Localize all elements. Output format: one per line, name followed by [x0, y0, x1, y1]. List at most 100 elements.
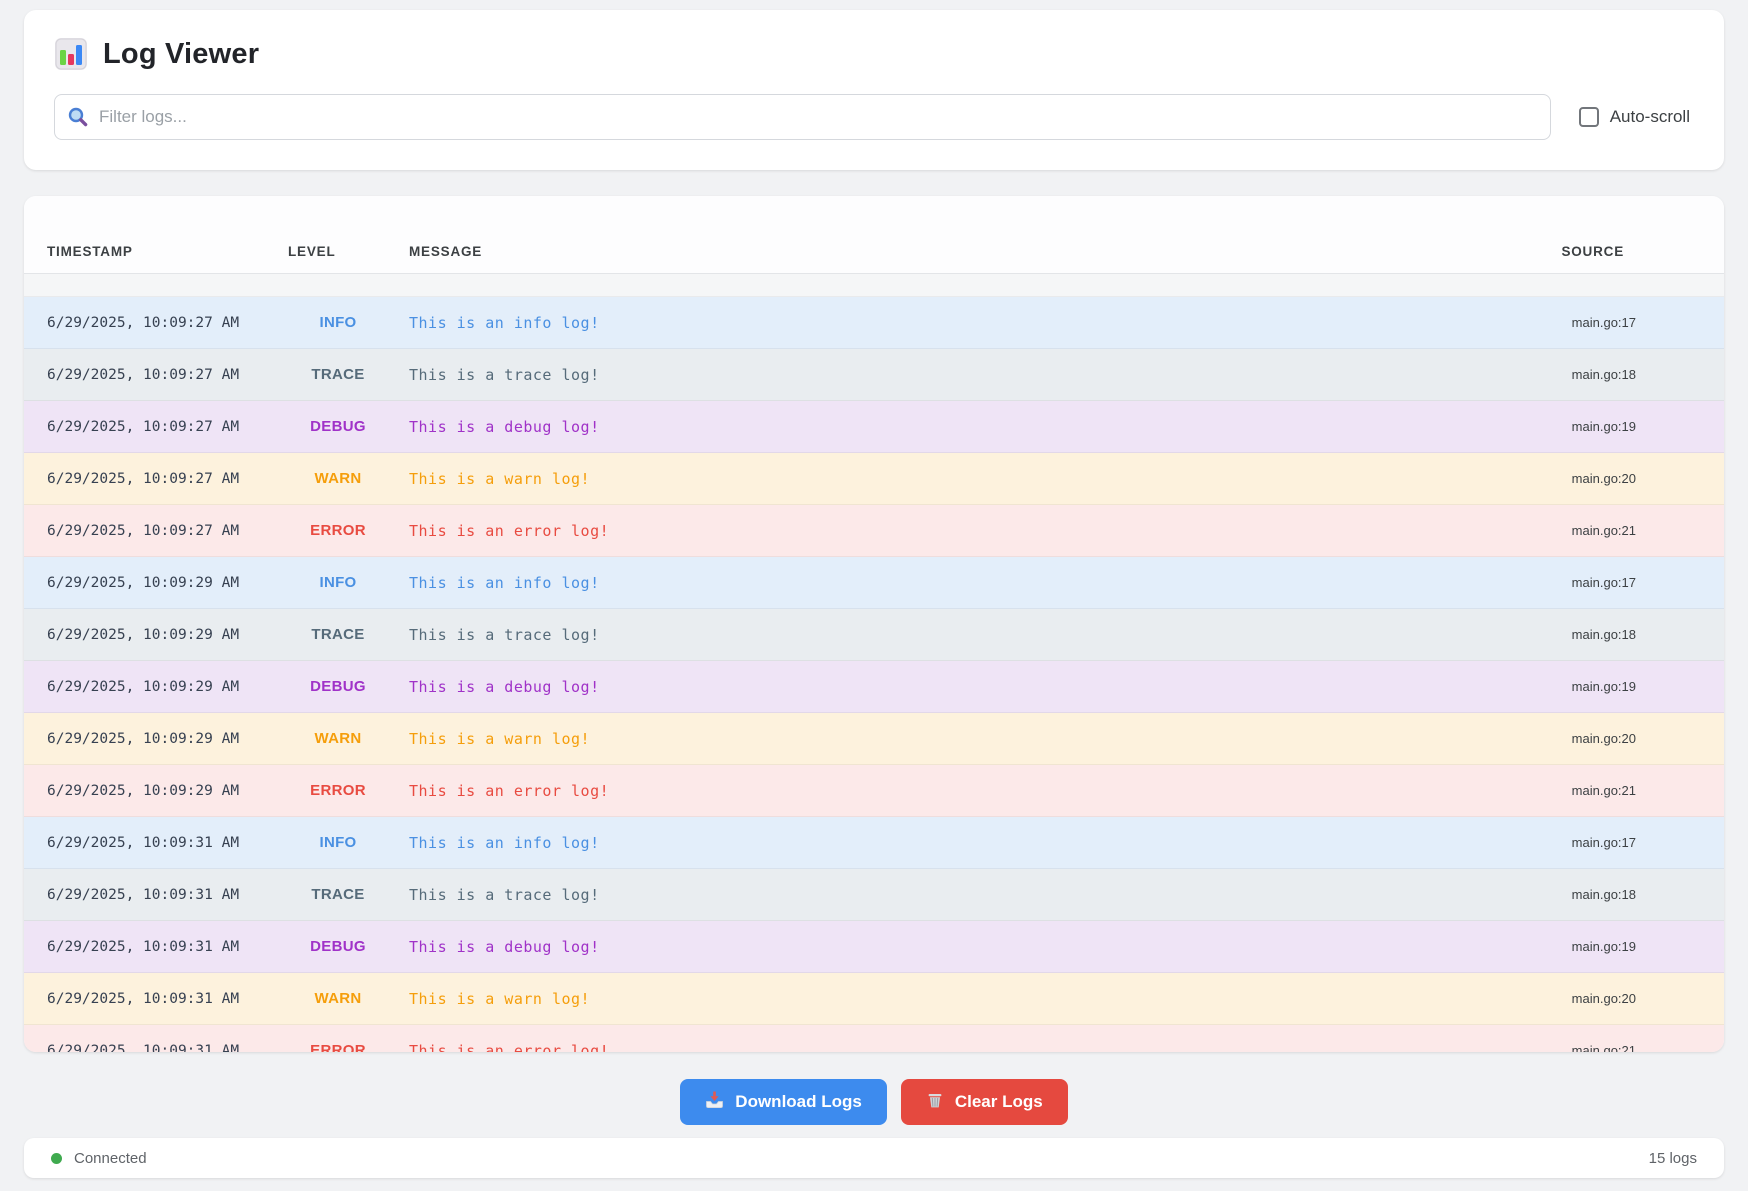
actions-row: Download Logs Clear Logs: [24, 1079, 1724, 1125]
log-message: This is a warn log!: [388, 730, 1572, 748]
log-level: DEBUG: [288, 678, 388, 695]
log-source: main.go:20: [1572, 731, 1636, 746]
status-bar: Connected 15 logs: [24, 1138, 1724, 1178]
column-header-level: LEVEL: [288, 244, 388, 259]
log-timestamp: 6/29/2025, 10:09:29 AM: [47, 731, 288, 747]
log-row: 6/29/2025, 10:09:27 AMTRACEThis is a tra…: [24, 349, 1724, 401]
log-timestamp: 6/29/2025, 10:09:27 AM: [47, 471, 288, 487]
title-row: Log Viewer: [54, 37, 1694, 71]
log-source: main.go:17: [1572, 835, 1636, 850]
column-header-timestamp: TIMESTAMP: [47, 244, 288, 259]
log-timestamp: 6/29/2025, 10:09:31 AM: [47, 1043, 288, 1053]
log-level: ERROR: [288, 1042, 388, 1052]
column-header-message: MESSAGE: [388, 244, 1561, 259]
log-row: 6/29/2025, 10:09:27 AMERRORThis is an er…: [24, 505, 1724, 557]
log-timestamp: 6/29/2025, 10:09:31 AM: [47, 991, 288, 1007]
log-timestamp: 6/29/2025, 10:09:31 AM: [47, 939, 288, 955]
log-timestamp: 6/29/2025, 10:09:29 AM: [47, 679, 288, 695]
log-message: This is an info log!: [388, 574, 1572, 592]
log-row: 6/29/2025, 10:09:27 AMWARNThis is a warn…: [24, 453, 1724, 505]
log-message: This is an info log!: [388, 834, 1572, 852]
green-dot-icon: [51, 1153, 62, 1164]
log-source: main.go:19: [1572, 679, 1636, 694]
download-logs-button[interactable]: Download Logs: [680, 1079, 887, 1125]
log-source: main.go:17: [1572, 315, 1636, 330]
log-row: 6/29/2025, 10:09:31 AMDEBUGThis is a deb…: [24, 921, 1724, 973]
log-row: 6/29/2025, 10:09:29 AMINFOThis is an inf…: [24, 557, 1724, 609]
log-count: 15 logs: [1649, 1150, 1697, 1167]
autoscroll-label: Auto-scroll: [1610, 107, 1690, 127]
log-row: 6/29/2025, 10:09:29 AMWARNThis is a warn…: [24, 713, 1724, 765]
log-message: This is a trace log!: [388, 626, 1572, 644]
log-level: ERROR: [288, 522, 388, 539]
log-message: This is an info log!: [388, 314, 1572, 332]
table-header-row: TIMESTAMP LEVEL MESSAGE SOURCE: [24, 196, 1724, 274]
log-level: WARN: [288, 990, 388, 1007]
log-row: 6/29/2025, 10:09:29 AMERRORThis is an er…: [24, 765, 1724, 817]
log-level: WARN: [288, 730, 388, 747]
bar-chart-icon: [54, 37, 88, 71]
log-message: This is a trace log!: [388, 886, 1572, 904]
search-icon: [67, 106, 89, 133]
log-source: main.go:21: [1572, 1043, 1636, 1052]
autoscroll-checkbox[interactable]: [1579, 107, 1599, 127]
clear-logs-button[interactable]: Clear Logs: [901, 1079, 1068, 1125]
log-timestamp: 6/29/2025, 10:09:27 AM: [47, 523, 288, 539]
log-message: This is an error log!: [388, 782, 1572, 800]
log-row: 6/29/2025, 10:09:31 AMWARNThis is a warn…: [24, 973, 1724, 1025]
log-message: This is a trace log!: [388, 366, 1572, 384]
log-source: main.go:18: [1572, 367, 1636, 382]
log-source: main.go:18: [1572, 887, 1636, 902]
log-timestamp: 6/29/2025, 10:09:29 AM: [47, 575, 288, 591]
log-level: WARN: [288, 470, 388, 487]
log-message: This is a warn log!: [388, 470, 1572, 488]
log-rows-scroll-area[interactable]: 6/29/2025, 10:09:27 AMINFOThis is an inf…: [24, 274, 1724, 1052]
page-title: Log Viewer: [103, 38, 259, 71]
log-timestamp: 6/29/2025, 10:09:31 AM: [47, 887, 288, 903]
log-level: TRACE: [288, 366, 388, 383]
log-level: DEBUG: [288, 938, 388, 955]
log-source: main.go:20: [1572, 471, 1636, 486]
log-timestamp: 6/29/2025, 10:09:29 AM: [47, 627, 288, 643]
autoscroll-control[interactable]: Auto-scroll: [1579, 107, 1694, 127]
wastebasket-icon: [926, 1091, 944, 1114]
log-timestamp: 6/29/2025, 10:09:29 AM: [47, 783, 288, 799]
log-row: 6/29/2025, 10:09:27 AMINFOThis is an inf…: [24, 297, 1724, 349]
log-timestamp: 6/29/2025, 10:09:27 AM: [47, 419, 288, 435]
log-level: TRACE: [288, 626, 388, 643]
inbox-tray-download-icon: [705, 1090, 724, 1114]
log-level: ERROR: [288, 782, 388, 799]
filter-input[interactable]: [54, 94, 1551, 140]
log-timestamp: 6/29/2025, 10:09:31 AM: [47, 835, 288, 851]
log-message: This is a warn log!: [388, 990, 1572, 1008]
log-level: INFO: [288, 574, 388, 591]
log-level: INFO: [288, 314, 388, 331]
log-source: main.go:19: [1572, 939, 1636, 954]
log-message: This is an error log!: [388, 1042, 1572, 1053]
log-source: main.go:17: [1572, 575, 1636, 590]
connection-status-label: Connected: [74, 1150, 147, 1167]
clear-logs-label: Clear Logs: [955, 1092, 1043, 1112]
header-panel: Log Viewer Auto-scroll: [24, 10, 1724, 170]
log-source: main.go:18: [1572, 627, 1636, 642]
log-row: 6/29/2025, 10:09:29 AMDEBUGThis is a deb…: [24, 661, 1724, 713]
log-table-panel: TIMESTAMP LEVEL MESSAGE SOURCE 6/29/2025…: [24, 196, 1724, 1052]
log-source: main.go:20: [1572, 991, 1636, 1006]
controls-row: Auto-scroll: [54, 94, 1694, 140]
log-row: 6/29/2025, 10:09:29 AMTRACEThis is a tra…: [24, 609, 1724, 661]
log-level: TRACE: [288, 886, 388, 903]
log-message: This is an error log!: [388, 522, 1572, 540]
log-row: 6/29/2025, 10:09:31 AMTRACEThis is a tra…: [24, 869, 1724, 921]
log-message: This is a debug log!: [388, 418, 1572, 436]
log-message: This is a debug log!: [388, 678, 1572, 696]
log-source: main.go:19: [1572, 419, 1636, 434]
log-source: main.go:21: [1572, 523, 1636, 538]
log-row: 6/29/2025, 10:09:27 AMDEBUGThis is a deb…: [24, 401, 1724, 453]
download-logs-label: Download Logs: [735, 1092, 862, 1112]
scroll-top-spacer: [24, 274, 1724, 297]
filter-wrap: [54, 94, 1551, 140]
log-level: DEBUG: [288, 418, 388, 435]
log-viewer-app: Log Viewer Auto-scroll TIMESTAMP LEVEL: [0, 0, 1748, 1191]
log-timestamp: 6/29/2025, 10:09:27 AM: [47, 315, 288, 331]
log-row: 6/29/2025, 10:09:31 AMERRORThis is an er…: [24, 1025, 1724, 1052]
